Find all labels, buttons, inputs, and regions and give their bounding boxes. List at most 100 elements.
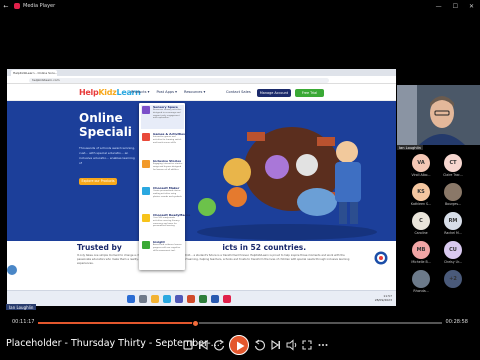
participant-avatar: C <box>412 212 430 230</box>
media-player-logo-icon <box>14 3 20 9</box>
rewind-10-icon[interactable] <box>212 338 226 352</box>
presenter-name-tag: Ian Loughlin <box>397 145 423 150</box>
recaptcha-icon <box>7 265 17 275</box>
character-lion <box>223 158 251 186</box>
hero-illustration <box>197 127 377 240</box>
character-purple <box>265 155 289 179</box>
taskbar-clock: 11:57 28/09/2023 <box>375 294 392 302</box>
play-button[interactable] <box>229 335 249 355</box>
hero-section: Online Speciali Thousands of schools awa… <box>7 101 396 241</box>
character-body <box>227 187 247 207</box>
seek-thumb[interactable] <box>191 319 199 327</box>
word-icon <box>211 295 219 303</box>
maximize-button[interactable]: ☐ <box>453 3 458 10</box>
previous-icon[interactable] <box>196 338 210 352</box>
logo-text-help: Help <box>79 88 99 97</box>
participant-avatar: CU <box>444 241 462 259</box>
close-button[interactable]: ✕ <box>469 3 474 10</box>
hero-text: Thousands of schools award-winning, cust… <box>79 146 136 165</box>
dropdown-item-desc: Interactive games and activities for lea… <box>153 136 182 144</box>
character-green <box>198 198 216 216</box>
participant-avatar <box>444 183 462 201</box>
character-knight <box>296 154 318 176</box>
window-title: Media Player <box>23 3 56 9</box>
participant-avatar: KS <box>412 183 430 201</box>
trusted-title-text: Trusted by <box>77 243 122 252</box>
video-frame[interactable]: HelpKidzLearn - Online Solu... helpkidzl… <box>0 12 480 315</box>
seek-bar: 00:11:17 00:28:58 <box>0 315 480 329</box>
participant-name: Chelsy Ur... <box>443 260 463 264</box>
play-icon <box>237 341 245 351</box>
manage-account-button: Manage Account <box>257 88 291 97</box>
participant-avatar: +2 <box>444 270 462 288</box>
more-icon[interactable] <box>316 338 330 352</box>
teams-icon <box>175 295 183 303</box>
trusted-countries-text: icts in 52 countries. <box>222 243 307 252</box>
shared-screen: HelpKidzLearn - Online Solu... helpkidzl… <box>7 69 396 306</box>
start-icon <box>127 295 135 303</box>
dropdown-item-chooseit-readymades: ChooseIt ReadyMades Over 500 ready-made … <box>141 213 190 237</box>
dropdown-item-desc: Engaging, interactive stories, songs and… <box>153 163 183 171</box>
minimize-button[interactable]: — <box>436 3 442 10</box>
browser-address-bar: helpkidzlearn.com <box>7 76 396 84</box>
back-arrow-icon[interactable]: ← <box>0 3 12 10</box>
shared-name-tag: Ian Loughlin <box>6 304 37 310</box>
taskbar: 11:57 28/09/2023 <box>7 290 396 306</box>
free-trial-button: Free Trial <box>295 88 324 97</box>
window-controls: — ☐ ✕ <box>436 3 480 10</box>
chooseit-readymades-icon <box>142 214 150 222</box>
participant-name: Rachel M... <box>444 231 462 235</box>
participant-name: Viroll Albo... <box>411 173 431 177</box>
nav-contact-sales: Contact Sales <box>226 90 251 94</box>
stop-icon[interactable] <box>181 338 195 352</box>
media-player-window: ← Media Player — ☐ ✕ HelpKidzLearn - Onl… <box>0 0 480 360</box>
dropdown-item-desc: Create personalised choice-making activi… <box>153 190 183 198</box>
total-time: 00:28:58 <box>445 319 468 325</box>
brick <box>317 137 335 146</box>
seek-track[interactable] <box>38 319 442 327</box>
participant-name: Michelle B... <box>411 260 431 264</box>
character-builder-leg <box>339 202 347 224</box>
folder-icon <box>151 295 159 303</box>
next-icon[interactable] <box>269 338 283 352</box>
participant-avatar: VA <box>412 154 430 172</box>
participant-name: Kathleen S... <box>410 202 432 206</box>
participant-avatar: CT <box>444 154 462 172</box>
taskbar-date: 28/09/2023 <box>374 298 392 302</box>
chooseit-maker-icon <box>142 187 150 195</box>
trusted-section: Trusted by icts in 52 countries. It only… <box>7 241 396 290</box>
forward-30-icon[interactable] <box>253 338 267 352</box>
fullscreen-icon[interactable] <box>300 338 314 352</box>
sensory-space-icon <box>142 106 150 114</box>
playback-controls: Placeholder - Thursday Thirty - Septembe… <box>0 330 480 360</box>
character-blue <box>297 188 337 216</box>
nav-resources: Resources ▾ <box>183 90 206 94</box>
participant-avatar <box>412 270 430 288</box>
presenter-video <box>397 85 480 145</box>
title-bar: ← Media Player — ☐ ✕ <box>0 0 480 12</box>
hero-title-line2: Speciali <box>79 125 132 139</box>
hero-title-line1: Online <box>79 111 123 125</box>
brick <box>247 132 265 141</box>
url-field: helpkidzlearn.com <box>29 77 329 83</box>
dropdown-item-inclusive-stories: Inclusive Stories Engaging, interactive … <box>141 159 184 183</box>
search-icon <box>139 295 147 303</box>
products-dropdown: Sensory Space Resources sensory activiti… <box>139 103 190 270</box>
character-builder-head <box>336 141 358 163</box>
web-page: HelpKidzLearn Products ▾ Post Apps ▾ Res… <box>7 84 396 290</box>
dropdown-item-games-activities: Games & Activities Interactive games and… <box>141 132 185 156</box>
taskbar-icons <box>127 295 231 303</box>
presenter-image <box>397 85 480 145</box>
excel-icon <box>199 295 207 303</box>
character-builder-leg <box>350 202 358 224</box>
participant-name: Caroline <box>414 231 428 235</box>
dropdown-item-desc: Resources sensory activities designed to… <box>153 109 182 120</box>
volume-icon[interactable] <box>285 338 299 352</box>
partner-badge-icon <box>374 251 388 265</box>
seek-progress <box>38 322 196 324</box>
participant-avatar: RM <box>444 212 462 230</box>
participant-avatar: MB <box>412 241 430 259</box>
dropdown-item-sensory-space: Sensory Space Resources sensory activiti… <box>141 105 184 129</box>
current-time: 00:11:17 <box>12 319 35 325</box>
browser-tabstrip: HelpKidzLearn - Online Solu... <box>7 69 396 76</box>
